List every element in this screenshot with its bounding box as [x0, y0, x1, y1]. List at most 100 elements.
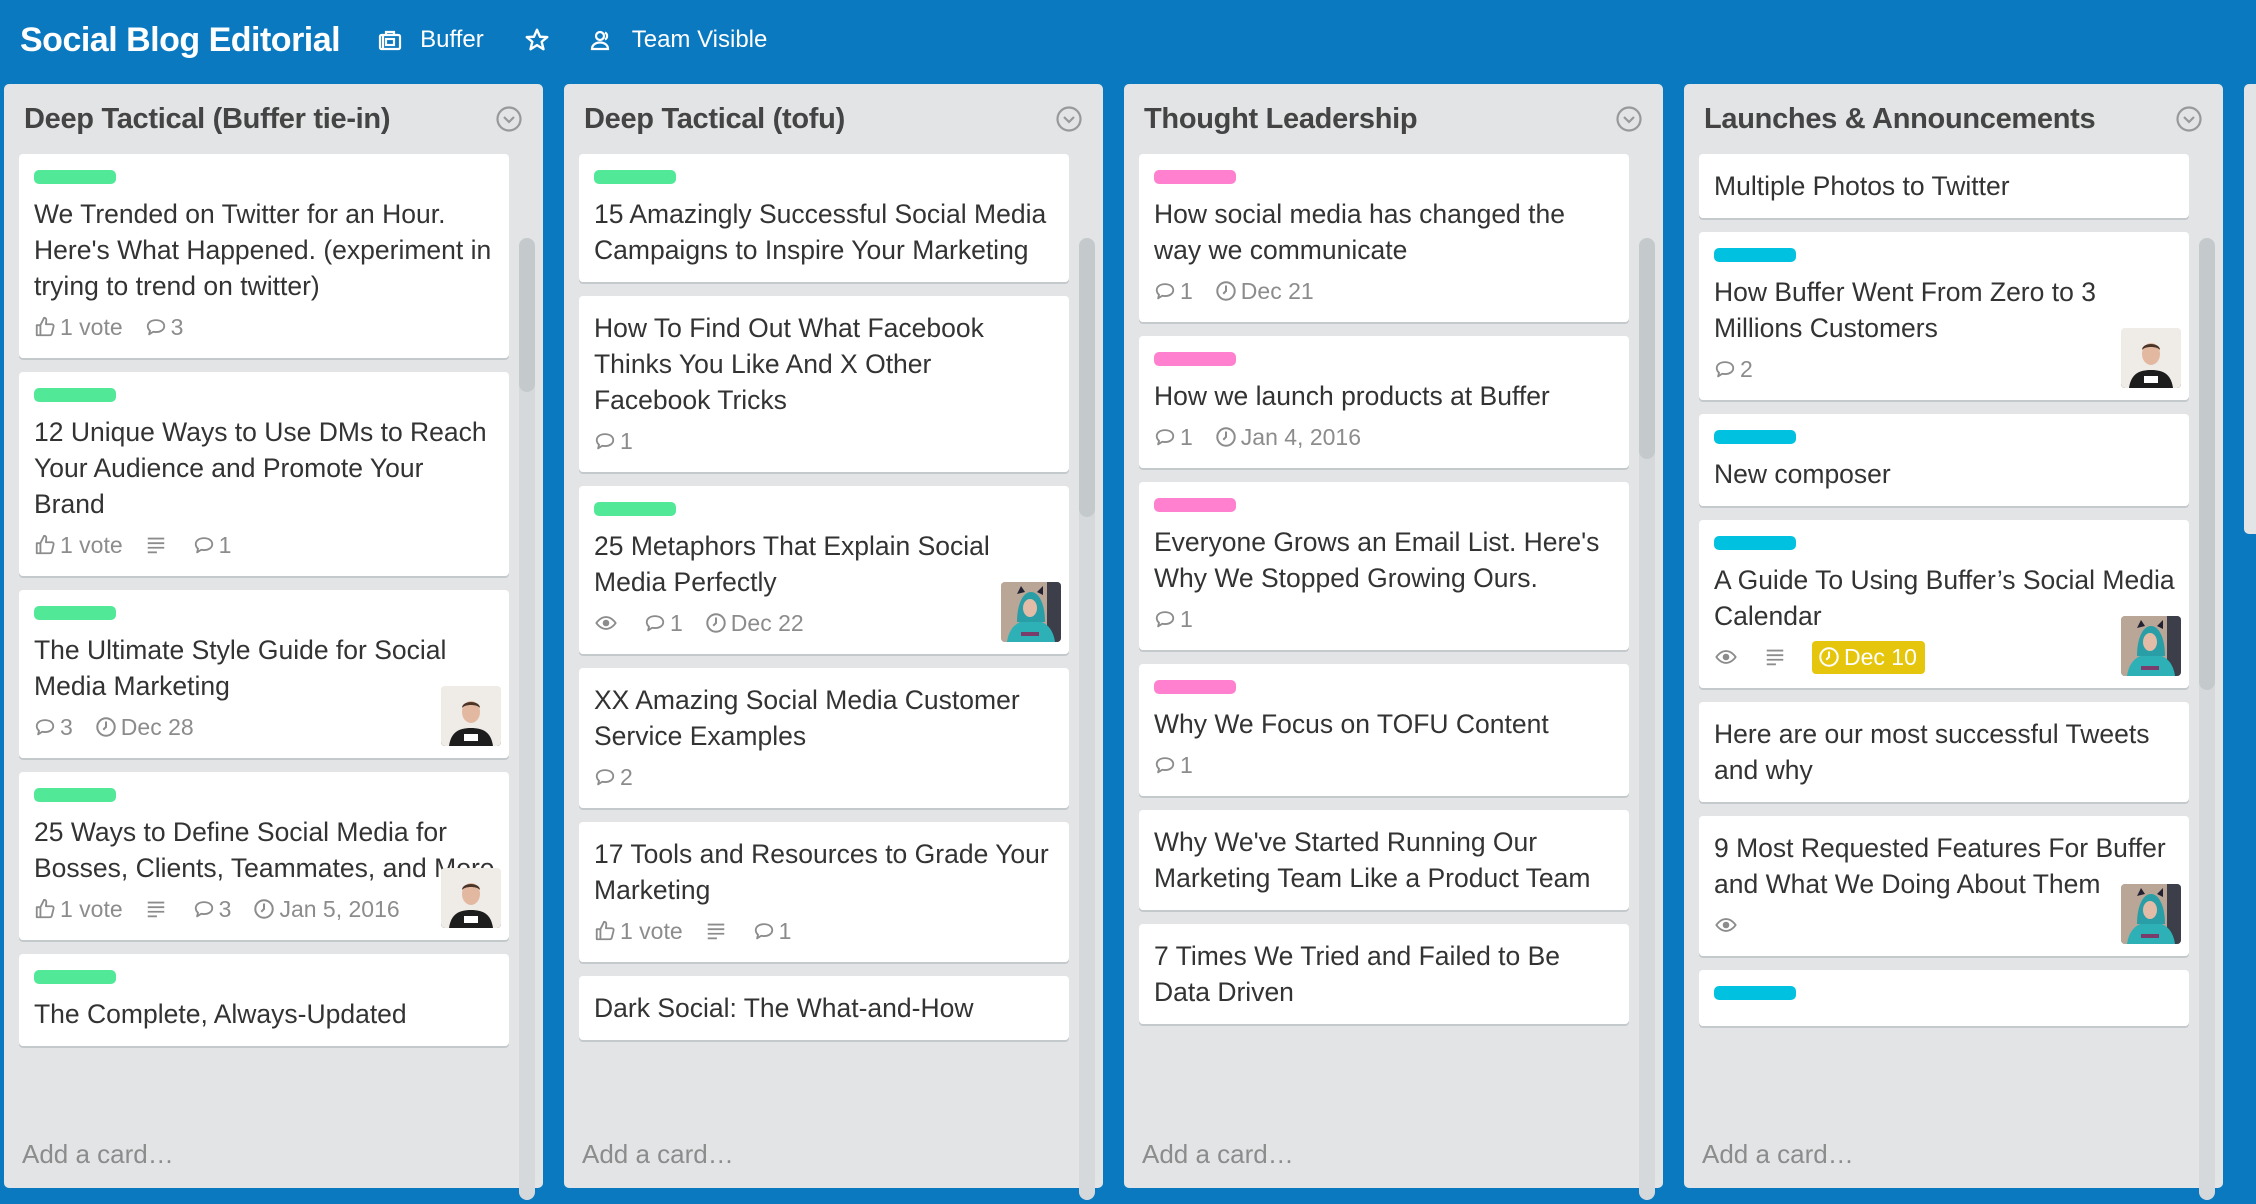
card-label-green — [594, 170, 676, 184]
card-title: 7 Times We Tried and Failed to Be Data D… — [1154, 941, 1561, 1007]
card[interactable]: 9 Most Requested Features For Buffer and… — [1699, 816, 2189, 956]
description-badge — [145, 534, 171, 556]
clock-icon — [1819, 647, 1839, 667]
card[interactable]: XX Amazing Social Media Customer Service… — [579, 668, 1069, 808]
card-label-pink — [1154, 680, 1236, 694]
member-avatar[interactable] — [2121, 616, 2181, 676]
comments-badge: 1 — [1154, 278, 1193, 305]
card-list: 15 Amazingly Successful Social Media Cam… — [579, 154, 1069, 1040]
comments-badge: 2 — [1714, 356, 1753, 383]
list-title[interactable]: Deep Tactical (tofu) — [584, 103, 845, 136]
due-date-badge: Dec 10 — [1812, 640, 1925, 674]
card[interactable]: New composer — [1699, 414, 2189, 506]
card[interactable]: 25 Ways to Define Social Media for Bosse… — [19, 772, 509, 940]
star-button[interactable] — [524, 27, 550, 53]
due-date-badge: Jan 4, 2016 — [1215, 424, 1361, 451]
list-menu-chevron-icon[interactable] — [495, 105, 523, 133]
comments-count: 3 — [60, 713, 73, 740]
card[interactable]: We Trended on Twitter for an Hour. Here'… — [19, 154, 509, 358]
due-date-badge: Jan 5, 2016 — [253, 896, 400, 923]
scrollbar-thumb[interactable] — [1079, 238, 1095, 517]
card[interactable]: How To Find Out What Facebook Thinks You… — [579, 296, 1069, 472]
member-avatar[interactable] — [1001, 582, 1061, 642]
comments-badge: 1 — [644, 610, 683, 637]
card-label-cyan — [1714, 986, 1796, 1000]
scrollbar-thumb[interactable] — [2199, 238, 2215, 690]
card-title: We Trended on Twitter for an Hour. Here'… — [34, 199, 492, 301]
thumbs-up-icon — [35, 316, 55, 337]
card[interactable]: Multiple Photos to Twitter — [1699, 154, 2189, 218]
card[interactable]: The Complete, Always-Updated — [19, 954, 509, 1046]
list-menu-chevron-icon[interactable] — [1615, 105, 1643, 133]
card-badges: 1 Dec 21 — [1154, 274, 1615, 308]
card[interactable]: Here are our most successful Tweets and … — [1699, 702, 2189, 802]
scrollbar-thumb[interactable] — [1639, 238, 1655, 459]
visibility-button[interactable]: Team Visible — [590, 26, 767, 54]
add-card-button[interactable]: Add a card… — [582, 1134, 734, 1174]
list-scrollbar[interactable] — [1079, 238, 1095, 1200]
card-list: Multiple Photos to Twitter How Buffer Wen… — [1699, 154, 2189, 1026]
list-menu-chevron-icon[interactable] — [2175, 105, 2203, 133]
card[interactable]: The Ultimate Style Guide for Social Medi… — [19, 590, 509, 758]
due-date: Dec 28 — [120, 713, 194, 740]
list-header: Launches & Announcements — [1684, 84, 2223, 154]
member-avatar[interactable] — [2121, 884, 2181, 944]
card[interactable]: Why We Focus on TOFU Content 1 — [1139, 664, 1629, 796]
member-avatar[interactable] — [441, 868, 501, 928]
cards-container: 15 Amazingly Successful Social Media Cam… — [579, 154, 1103, 1120]
add-list-panel[interactable] — [2244, 84, 2256, 534]
card-title: XX Amazing Social Media Customer Service… — [594, 685, 1020, 751]
list-header: Deep Tactical (tofu) — [564, 84, 1103, 154]
card[interactable]: How we launch products at Buffer 1 Jan 4, … — [1139, 336, 1629, 468]
list-column: Thought Leadership How social media has … — [1124, 84, 1663, 1200]
card[interactable]: Why We've Started Running Our Marketing … — [1139, 810, 1629, 910]
card[interactable]: 15 Amazingly Successful Social Media Cam… — [579, 154, 1069, 282]
list-title[interactable]: Launches & Announcements — [1704, 103, 2096, 136]
clock-icon — [706, 613, 726, 633]
comment-icon — [1715, 361, 1735, 378]
team-button[interactable]: Buffer — [378, 26, 484, 54]
card[interactable] — [1699, 970, 2189, 1026]
list-title[interactable]: Deep Tactical (Buffer tie-in) — [24, 103, 391, 136]
member-avatar[interactable] — [441, 686, 501, 746]
member-avatar[interactable] — [2121, 328, 2181, 388]
watching-eye-icon — [1715, 650, 1737, 664]
card[interactable]: How social media has changed the way we … — [1139, 154, 1629, 322]
cards-container: We Trended on Twitter for an Hour. Here'… — [19, 154, 543, 1120]
comments-count: 1 — [1180, 277, 1193, 304]
description-badge — [705, 920, 731, 942]
list-scrollbar[interactable] — [1639, 238, 1655, 1200]
list-title[interactable]: Thought Leadership — [1144, 103, 1418, 136]
add-card-button[interactable]: Add a card… — [22, 1134, 174, 1174]
add-card-button[interactable]: Add a card… — [1702, 1134, 1854, 1174]
people-icon — [590, 30, 609, 51]
votes-count: 1 vote — [60, 313, 123, 340]
list-menu-chevron-icon[interactable] — [1055, 105, 1083, 133]
scrollbar-thumb[interactable] — [519, 238, 535, 392]
comment-icon — [194, 537, 213, 554]
card[interactable]: Dark Social: The What-and-How — [579, 976, 1069, 1040]
comments-badge: 3 — [34, 714, 73, 741]
card-label-green — [34, 170, 116, 184]
description-icon — [147, 537, 164, 554]
list-scrollbar[interactable] — [519, 238, 535, 1200]
card[interactable]: How Buffer Went From Zero to 3 Millions … — [1699, 232, 2189, 400]
card[interactable]: 17 Tools and Resources to Grade Your Mar… — [579, 822, 1069, 962]
card-title: A Guide To Using Buffer’s Social Media C… — [1714, 565, 2175, 631]
board-title[interactable]: Social Blog Editorial — [20, 21, 341, 60]
comments-count: 1 — [1180, 751, 1193, 778]
card-title: 25 Metaphors That Explain Social Media P… — [594, 531, 990, 597]
comments-count: 2 — [1740, 355, 1753, 382]
card[interactable]: 7 Times We Tried and Failed to Be Data D… — [1139, 924, 1629, 1024]
card[interactable]: Everyone Grows an Email List. Here's Why… — [1139, 482, 1629, 650]
list-scrollbar[interactable] — [2199, 238, 2215, 1200]
card-title: The Ultimate Style Guide for Social Medi… — [34, 635, 447, 701]
card[interactable]: 12 Unique Ways to Use DMs to Reach Your … — [19, 372, 509, 576]
comment-icon — [595, 769, 615, 786]
add-card-button[interactable]: Add a card… — [1142, 1134, 1294, 1174]
card-title: Multiple Photos to Twitter — [1714, 171, 2010, 201]
card[interactable]: A Guide To Using Buffer’s Social Media C… — [1699, 520, 2189, 688]
list-column: Deep Tactical (tofu) 15 Amazingly Succes… — [564, 84, 1103, 1200]
card[interactable]: 25 Metaphors That Explain Social Media P… — [579, 486, 1069, 654]
card-list: How social media has changed the way we … — [1139, 154, 1629, 1024]
